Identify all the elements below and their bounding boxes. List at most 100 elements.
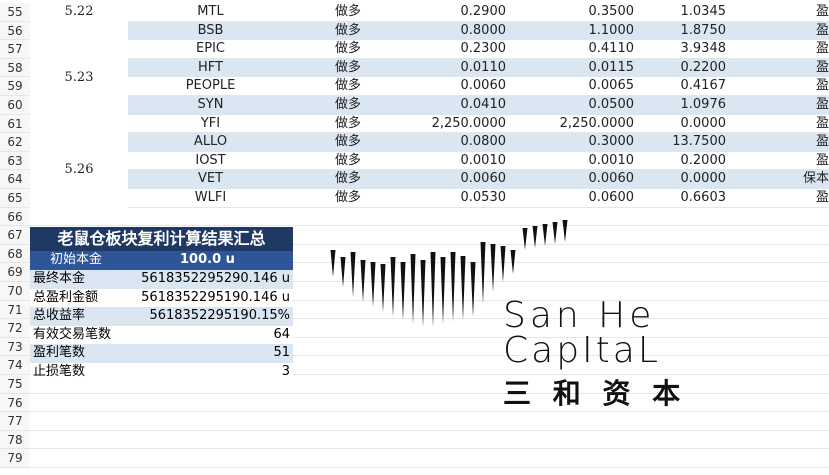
row-number[interactable]: 65: [0, 189, 30, 208]
row-number[interactable]: 68: [0, 244, 30, 264]
row-number[interactable]: 57: [0, 40, 30, 59]
row-number[interactable]: 79: [0, 449, 30, 468]
cell-ratio[interactable]: 1.8750: [634, 22, 727, 41]
cell-exit[interactable]: 0.4110: [506, 40, 635, 59]
summary-row[interactable]: 最终本金 5618352295290.146 u: [30, 270, 293, 289]
cell-result[interactable]: 盈: [790, 189, 829, 208]
cell-result[interactable]: 保本: [790, 170, 829, 189]
cell-symbol[interactable]: SYN: [128, 96, 293, 115]
row-number[interactable]: 60: [0, 96, 30, 115]
row-number[interactable]: 62: [0, 133, 30, 152]
cell-exit[interactable]: 0.0600: [506, 189, 635, 208]
cell-dir[interactable]: 做多: [318, 22, 378, 41]
cell-result[interactable]: 盈: [790, 22, 829, 41]
cell-entry[interactable]: 0.0010: [378, 152, 507, 171]
row-number[interactable]: 59: [0, 77, 30, 96]
cell-entry[interactable]: 0.0060: [378, 77, 507, 96]
cell-result[interactable]: 盈: [790, 115, 829, 134]
cell-dir[interactable]: 做多: [318, 170, 378, 189]
summary-row[interactable]: 有效交易笔数 64: [30, 325, 293, 345]
cell-symbol[interactable]: MTL: [128, 3, 293, 22]
row-number[interactable]: 75: [0, 375, 30, 394]
cell-symbol[interactable]: EPIC: [128, 40, 293, 59]
cell-entry[interactable]: 0.0110: [378, 59, 507, 78]
cell-symbol[interactable]: IOST: [128, 152, 293, 171]
cell-dir[interactable]: 做多: [318, 152, 378, 171]
summary-title[interactable]: 老鼠仓板块复利计算结果汇总: [30, 227, 293, 251]
row-number[interactable]: 61: [0, 114, 30, 134]
cell-entry[interactable]: 0.8000: [378, 22, 507, 41]
row-number[interactable]: 74: [0, 356, 30, 375]
cell-exit[interactable]: 0.3500: [506, 3, 635, 22]
cell-ratio[interactable]: 0.6603: [634, 189, 727, 208]
cell-ratio[interactable]: 3.9348: [634, 40, 727, 59]
cell-dir[interactable]: 做多: [318, 189, 378, 208]
summary-row[interactable]: 盈利笔数 51: [30, 344, 293, 363]
row-number[interactable]: 69: [0, 263, 30, 282]
row-number[interactable]: 67: [0, 226, 30, 245]
row-number[interactable]: 63: [0, 151, 30, 171]
cell-dir[interactable]: 做多: [318, 77, 378, 96]
cell-ratio[interactable]: 0.2200: [634, 59, 727, 78]
row-number[interactable]: 77: [0, 412, 30, 431]
cell-symbol[interactable]: PEOPLE: [128, 77, 293, 96]
cell-symbol[interactable]: WLFI: [128, 189, 293, 208]
row-number[interactable]: 72: [0, 319, 30, 338]
cell-result[interactable]: 盈: [790, 133, 829, 152]
cell-exit[interactable]: 2,250.0000: [506, 115, 634, 134]
cell-result[interactable]: 盈: [790, 3, 829, 22]
date-cell-5-23[interactable]: 5.23: [30, 21, 128, 134]
cell-dir[interactable]: 做多: [318, 40, 378, 59]
cell-ratio[interactable]: 0.4167: [634, 77, 727, 96]
row-number[interactable]: 73: [0, 337, 30, 357]
cell-result[interactable]: 盈: [790, 96, 829, 115]
summary-row[interactable]: 总盈利金额 5618352295190.146 u: [30, 288, 293, 308]
row-number[interactable]: 64: [0, 170, 30, 189]
row-number[interactable]: 58: [0, 58, 30, 78]
cell-exit[interactable]: 0.0065: [506, 77, 635, 96]
cell-entry[interactable]: 0.0800: [378, 133, 507, 152]
cell-exit[interactable]: 0.0500: [506, 96, 635, 115]
row-number[interactable]: 55: [0, 3, 30, 22]
cell-dir[interactable]: 做多: [318, 3, 378, 22]
cell-ratio[interactable]: 1.0345: [634, 3, 727, 22]
cell-result[interactable]: 盈: [790, 152, 829, 171]
cell-dir[interactable]: 做多: [318, 133, 378, 152]
row-number[interactable]: 66: [0, 207, 30, 227]
cell-symbol[interactable]: YFI: [128, 115, 293, 134]
cell-result[interactable]: 盈: [790, 77, 829, 96]
cell-entry[interactable]: 0.0410: [378, 96, 507, 115]
cell-entry[interactable]: 0.2300: [378, 40, 507, 59]
cell-result[interactable]: 盈: [790, 40, 829, 59]
row-number[interactable]: 78: [0, 430, 30, 450]
date-cell-5-26[interactable]: 5.26: [30, 133, 128, 208]
cell-exit[interactable]: 0.3000: [506, 133, 635, 152]
row-number[interactable]: 56: [0, 21, 30, 41]
row-number[interactable]: 71: [0, 300, 30, 320]
cell-symbol[interactable]: ALLO: [128, 133, 293, 152]
cell-ratio[interactable]: 0.0000: [634, 115, 727, 134]
cell-dir[interactable]: 做多: [318, 96, 378, 115]
cell-symbol[interactable]: VET: [128, 170, 293, 189]
cell-entry[interactable]: 0.0060: [378, 170, 507, 189]
cell-exit[interactable]: 0.0060: [506, 170, 635, 189]
date-cell-5-22[interactable]: 5.22: [30, 3, 128, 22]
row-number[interactable]: 70: [0, 282, 30, 301]
cell-exit[interactable]: 0.0010: [506, 152, 635, 171]
cell-symbol[interactable]: HFT: [128, 59, 293, 78]
summary-row[interactable]: 止损笔数 3: [30, 363, 293, 382]
cell-ratio[interactable]: 13.7500: [634, 133, 726, 152]
summary-row[interactable]: 总收益率 5618352295190.15%: [30, 307, 293, 326]
cell-entry[interactable]: 0.2900: [378, 3, 507, 22]
summary-initial-row[interactable]: 初始本金 100.0 u: [30, 251, 293, 270]
cell-entry[interactable]: 2,250.0000: [378, 115, 506, 134]
cell-result[interactable]: 盈: [790, 59, 829, 78]
cell-symbol[interactable]: BSB: [128, 22, 293, 41]
cell-ratio[interactable]: 0.2000: [634, 152, 727, 171]
cell-exit[interactable]: 1.1000: [506, 22, 635, 41]
cell-ratio[interactable]: 1.0976: [634, 96, 727, 115]
cell-ratio[interactable]: 0.0000: [634, 170, 727, 189]
row-number[interactable]: 76: [0, 393, 30, 413]
cell-exit[interactable]: 0.0115: [506, 59, 635, 78]
cell-entry[interactable]: 0.0530: [378, 189, 507, 208]
